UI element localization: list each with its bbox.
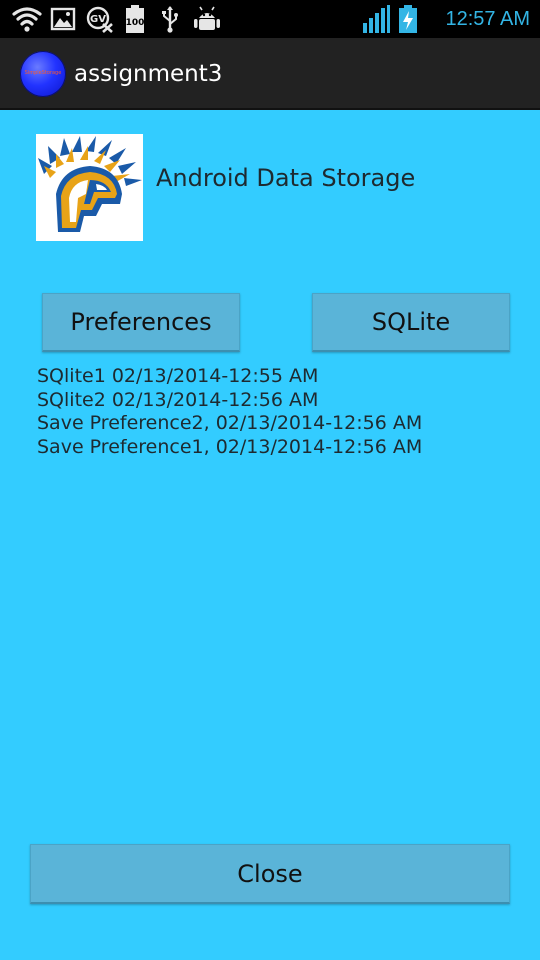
log-list: SQlite1 02/13/2014-12:55 AM SQlite2 02/1… xyxy=(37,365,422,459)
wifi-icon xyxy=(12,7,42,32)
app-icon-label: SimpleStorage xyxy=(24,70,62,76)
list-item: Save Preference1, 02/13/2014-12:56 AM xyxy=(37,435,423,458)
close-button[interactable]: Close xyxy=(30,844,510,904)
action-bar: SimpleStorage assignment3 xyxy=(0,38,540,110)
google-voice-icon: GV xyxy=(86,6,113,33)
page-title: Android Data Storage xyxy=(156,164,416,192)
list-item: Save Preference2, 02/13/2014-12:56 AM xyxy=(37,412,423,434)
battery-100-icon: 100 xyxy=(126,5,145,33)
status-bar: GV 100 12:57 AM xyxy=(0,0,540,38)
preferences-button[interactable]: Preferences xyxy=(42,293,240,352)
signal-icon xyxy=(363,5,390,33)
battery-level-label: 100 xyxy=(126,18,145,28)
list-item: SQlite2 02/13/2014-12:56 AM xyxy=(37,388,319,411)
usb-icon xyxy=(162,6,178,33)
list-item: SQlite1 02/13/2014-12:55 AM xyxy=(37,365,319,387)
sqlite-button[interactable]: SQLite xyxy=(312,293,510,352)
app-icon[interactable]: SimpleStorage xyxy=(20,51,66,97)
app-title: assignment3 xyxy=(74,61,223,87)
spartan-logo-icon xyxy=(36,134,143,241)
gallery-icon xyxy=(50,7,76,31)
charging-battery-icon xyxy=(399,5,417,33)
android-debug-icon xyxy=(194,6,220,30)
status-time: 12:57 AM xyxy=(445,8,530,30)
